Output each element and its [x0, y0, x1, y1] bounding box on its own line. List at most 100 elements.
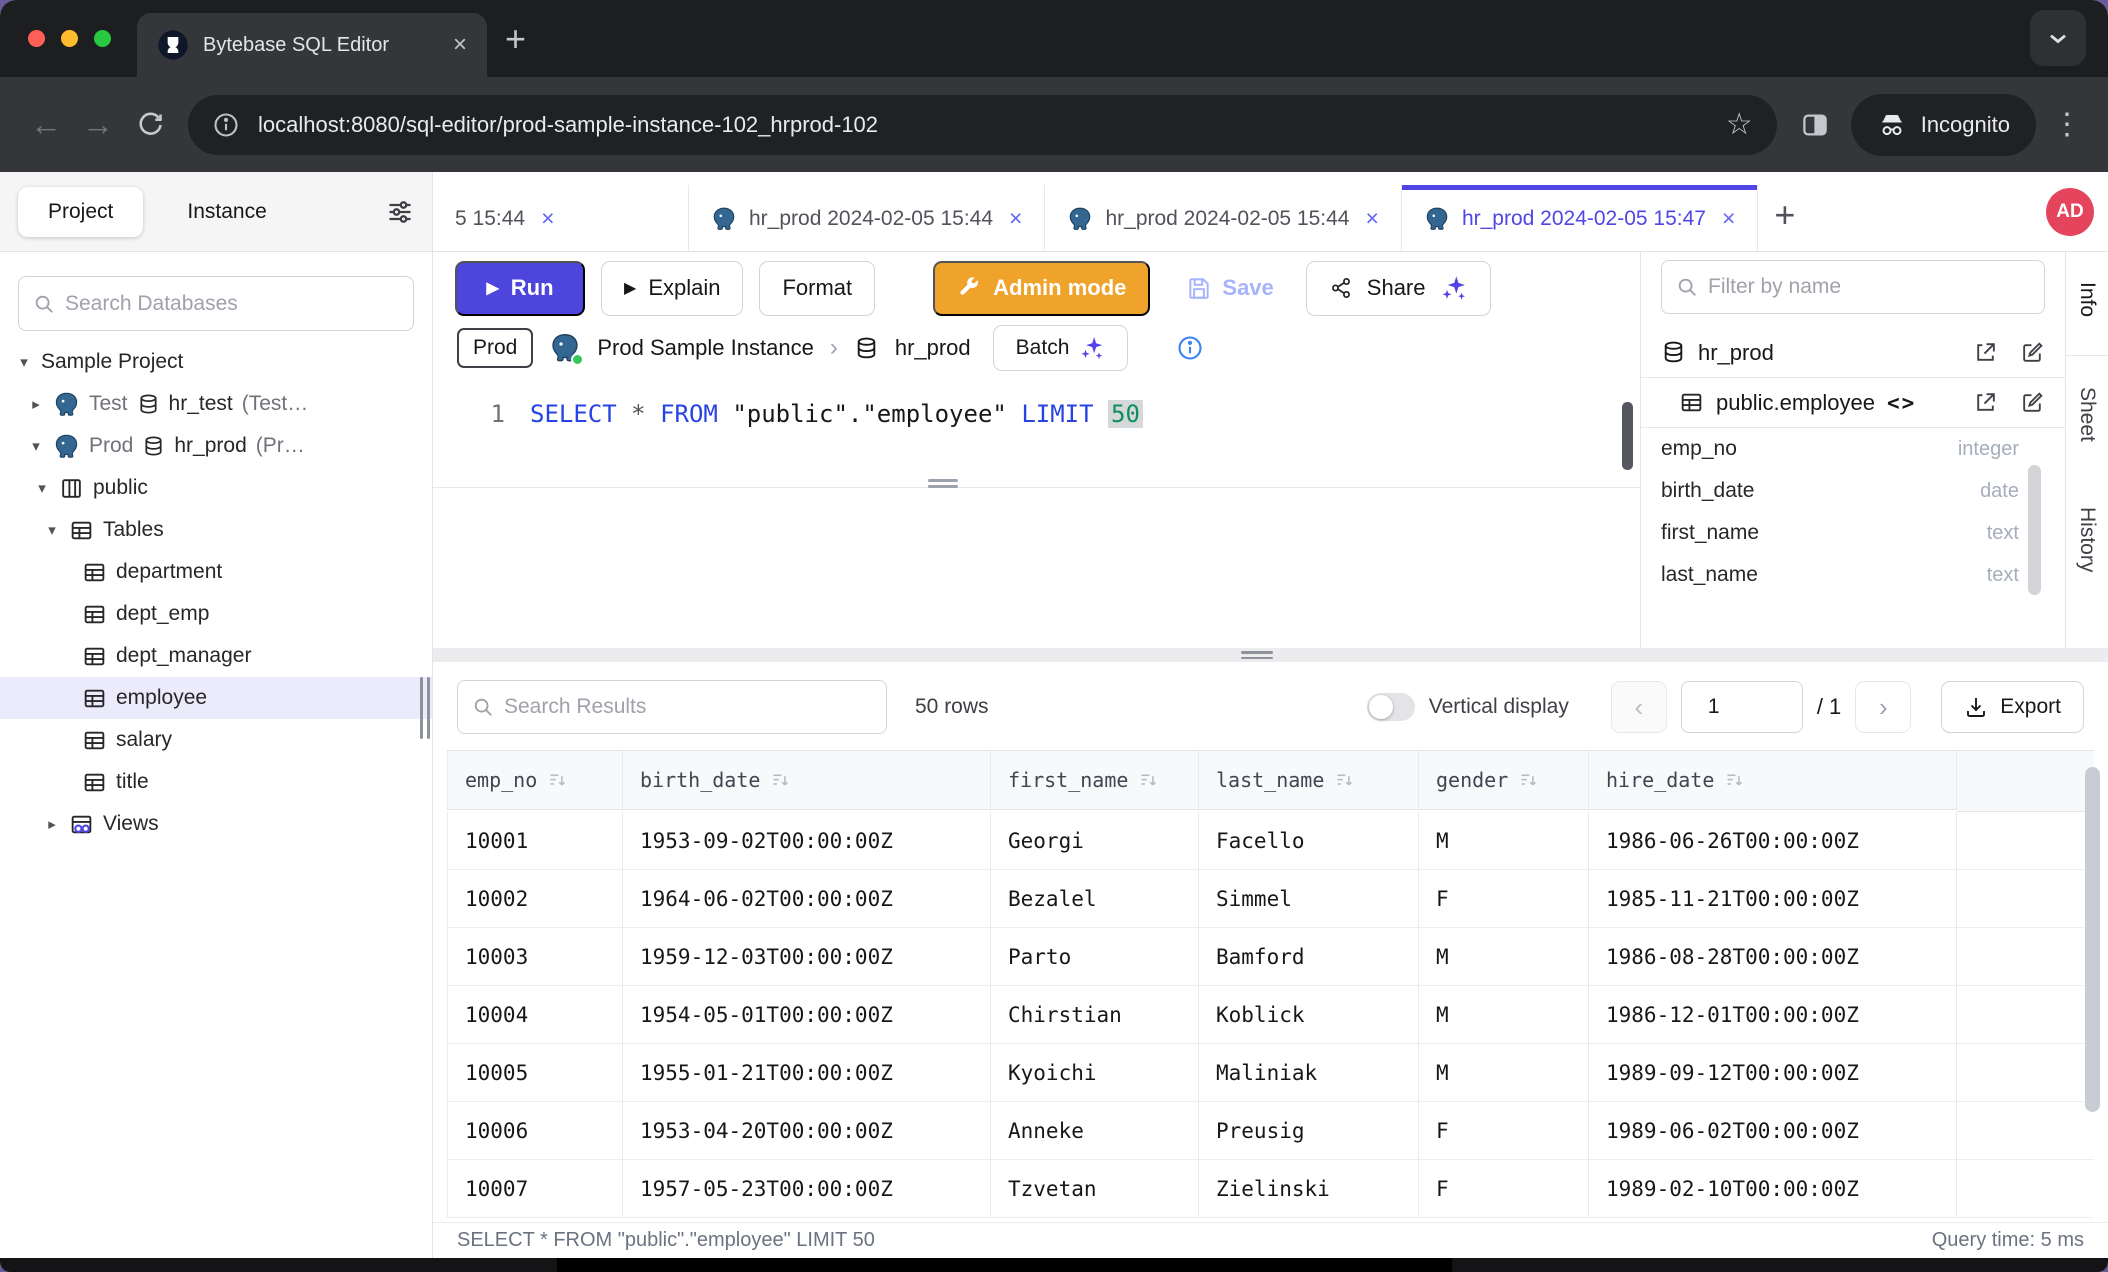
- column-row[interactable]: birth_date date: [1641, 470, 2065, 512]
- caret-down-icon[interactable]: ▾: [34, 479, 50, 497]
- side-panel-button[interactable]: [1789, 99, 1841, 151]
- sidebar-item-table[interactable]: salary: [0, 719, 432, 761]
- avatar[interactable]: AD: [2046, 188, 2094, 236]
- vertical-display-toggle[interactable]: [1367, 693, 1415, 721]
- external-link-icon[interactable]: [1973, 340, 1998, 365]
- forward-button[interactable]: →: [72, 99, 124, 151]
- tab-info[interactable]: Info: [2075, 282, 2099, 317]
- schema-table-row[interactable]: public.employee <>: [1641, 378, 2065, 428]
- back-button[interactable]: ←: [20, 99, 72, 151]
- share-button[interactable]: Share: [1306, 261, 1491, 316]
- edit-icon[interactable]: [2020, 390, 2045, 415]
- column-header[interactable]: last_name: [1199, 750, 1419, 810]
- editor-resize-handle[interactable]: [928, 479, 958, 491]
- worksheet-tab[interactable]: hr_prod 2024-02-05 15:44 ×: [689, 185, 1045, 252]
- new-tab-button[interactable]: +: [505, 0, 526, 77]
- batch-button[interactable]: Batch: [993, 325, 1129, 371]
- sidebar-item-table[interactable]: title: [0, 761, 432, 803]
- new-worksheet-button[interactable]: +: [1774, 194, 1795, 236]
- view-code-icon[interactable]: <>: [1887, 391, 1916, 415]
- column-header[interactable]: first_name: [991, 750, 1199, 810]
- column-header[interactable]: emp_no: [447, 750, 623, 810]
- close-tab-icon[interactable]: ×: [453, 31, 467, 59]
- table-cell: 1986-08-28T00:00:00Z: [1589, 928, 1957, 986]
- close-icon[interactable]: ×: [1009, 205, 1022, 232]
- close-icon[interactable]: ×: [1366, 205, 1379, 232]
- save-button[interactable]: Save: [1186, 275, 1273, 301]
- sort-icon: [1138, 770, 1159, 791]
- column-header[interactable]: hire_date: [1589, 750, 1957, 810]
- tree-item-tables-group[interactable]: ▾ Tables: [0, 509, 432, 551]
- caret-down-icon[interactable]: ▾: [28, 437, 44, 455]
- table-cell: 1989-02-10T00:00:00Z: [1589, 1160, 1957, 1218]
- run-button[interactable]: ▶ Run: [455, 261, 585, 316]
- admin-mode-button[interactable]: Admin mode: [933, 261, 1150, 316]
- sql-code-editor[interactable]: 1 SELECT * FROM "public"."employee" LIMI…: [433, 376, 1640, 428]
- schema-filter-input[interactable]: [1708, 275, 2030, 299]
- export-button[interactable]: Export: [1941, 681, 2084, 733]
- sidebar-resize-handle[interactable]: [420, 677, 430, 739]
- tree-item-schema-public[interactable]: ▾ public: [0, 467, 432, 509]
- minimize-window-button[interactable]: [61, 30, 78, 47]
- format-button[interactable]: Format: [759, 261, 875, 316]
- column-list-scrollbar-thumb[interactable]: [2028, 465, 2041, 595]
- sidebar-item-table[interactable]: dept_manager: [0, 635, 432, 677]
- sidebar-item-table[interactable]: department: [0, 551, 432, 593]
- site-info-icon[interactable]: [212, 111, 240, 139]
- edit-icon[interactable]: [2020, 340, 2045, 365]
- close-window-button[interactable]: [28, 30, 45, 47]
- tab-search-button[interactable]: [2030, 10, 2086, 66]
- external-link-icon[interactable]: [1973, 390, 1998, 415]
- database-search[interactable]: [18, 276, 414, 331]
- column-header[interactable]: birth_date: [623, 750, 991, 810]
- tree-item-database-prod[interactable]: ▾ Prod hr_prod (Pr…: [0, 425, 432, 467]
- tree-item-project[interactable]: ▾ Sample Project: [0, 341, 432, 383]
- sidebar-item-table[interactable]: employee: [0, 677, 432, 719]
- tab-project[interactable]: Project: [18, 187, 143, 237]
- browser-tab[interactable]: Bytebase SQL Editor ×: [137, 13, 487, 77]
- worksheet-tab-active[interactable]: hr_prod 2024-02-05 15:47 ×: [1402, 185, 1758, 252]
- filter-settings-button[interactable]: [386, 198, 414, 226]
- editor-scrollbar-thumb[interactable]: [1622, 402, 1633, 470]
- column-row[interactable]: first_name text: [1641, 512, 2065, 554]
- results-search-input[interactable]: [504, 695, 872, 719]
- sidebar-item-table[interactable]: dept_emp: [0, 593, 432, 635]
- tree-item-views-group[interactable]: ▸ Views: [0, 803, 432, 845]
- column-header[interactable]: gender: [1419, 750, 1589, 810]
- close-icon[interactable]: ×: [541, 205, 554, 232]
- next-page-button[interactable]: ›: [1855, 681, 1911, 733]
- close-icon[interactable]: ×: [1722, 205, 1735, 232]
- caret-right-icon[interactable]: ▸: [44, 815, 60, 833]
- browser-tab-strip: Bytebase SQL Editor × +: [0, 0, 2108, 77]
- browser-menu-button[interactable]: ⋮: [2046, 107, 2088, 142]
- play-icon: ▶: [486, 278, 498, 298]
- database-name[interactable]: hr_prod: [895, 335, 971, 361]
- column-row[interactable]: emp_no integer: [1641, 428, 2065, 470]
- reload-button[interactable]: [124, 99, 176, 151]
- explain-button[interactable]: ▶ Explain: [601, 261, 743, 316]
- bookmark-star-icon[interactable]: ☆: [1726, 107, 1753, 142]
- tree-item-database-test[interactable]: ▸ Test hr_test (Test…: [0, 383, 432, 425]
- database-search-input[interactable]: [65, 292, 399, 316]
- column-row[interactable]: last_name text: [1641, 554, 2065, 596]
- prev-page-button[interactable]: ‹: [1611, 681, 1667, 733]
- caret-down-icon[interactable]: ▾: [16, 353, 32, 371]
- address-bar[interactable]: localhost:8080/sql-editor/prod-sample-in…: [188, 95, 1777, 155]
- results-search[interactable]: [457, 680, 887, 734]
- schema-filter[interactable]: [1661, 260, 2045, 314]
- results-scrollbar-thumb[interactable]: [2085, 767, 2100, 1112]
- caret-down-icon[interactable]: ▾: [44, 521, 60, 539]
- instance-name[interactable]: Prod Sample Instance: [597, 335, 813, 361]
- schema-database-row[interactable]: hr_prod: [1641, 328, 2065, 378]
- tab-instance[interactable]: Instance: [157, 187, 296, 237]
- worksheet-tab[interactable]: 5 15:44 ×: [433, 185, 689, 252]
- tab-history[interactable]: History: [2075, 507, 2099, 572]
- connection-info-button[interactable]: [1176, 334, 1204, 362]
- caret-right-icon[interactable]: ▸: [28, 395, 44, 413]
- executed-query-text: SELECT * FROM "public"."employee" LIMIT …: [457, 1229, 875, 1252]
- editor-results-splitter[interactable]: [433, 648, 2108, 662]
- page-input[interactable]: [1681, 681, 1803, 733]
- tab-sheet[interactable]: Sheet: [2075, 387, 2099, 442]
- worksheet-tab[interactable]: hr_prod 2024-02-05 15:44 ×: [1045, 185, 1401, 252]
- zoom-window-button[interactable]: [94, 30, 111, 47]
